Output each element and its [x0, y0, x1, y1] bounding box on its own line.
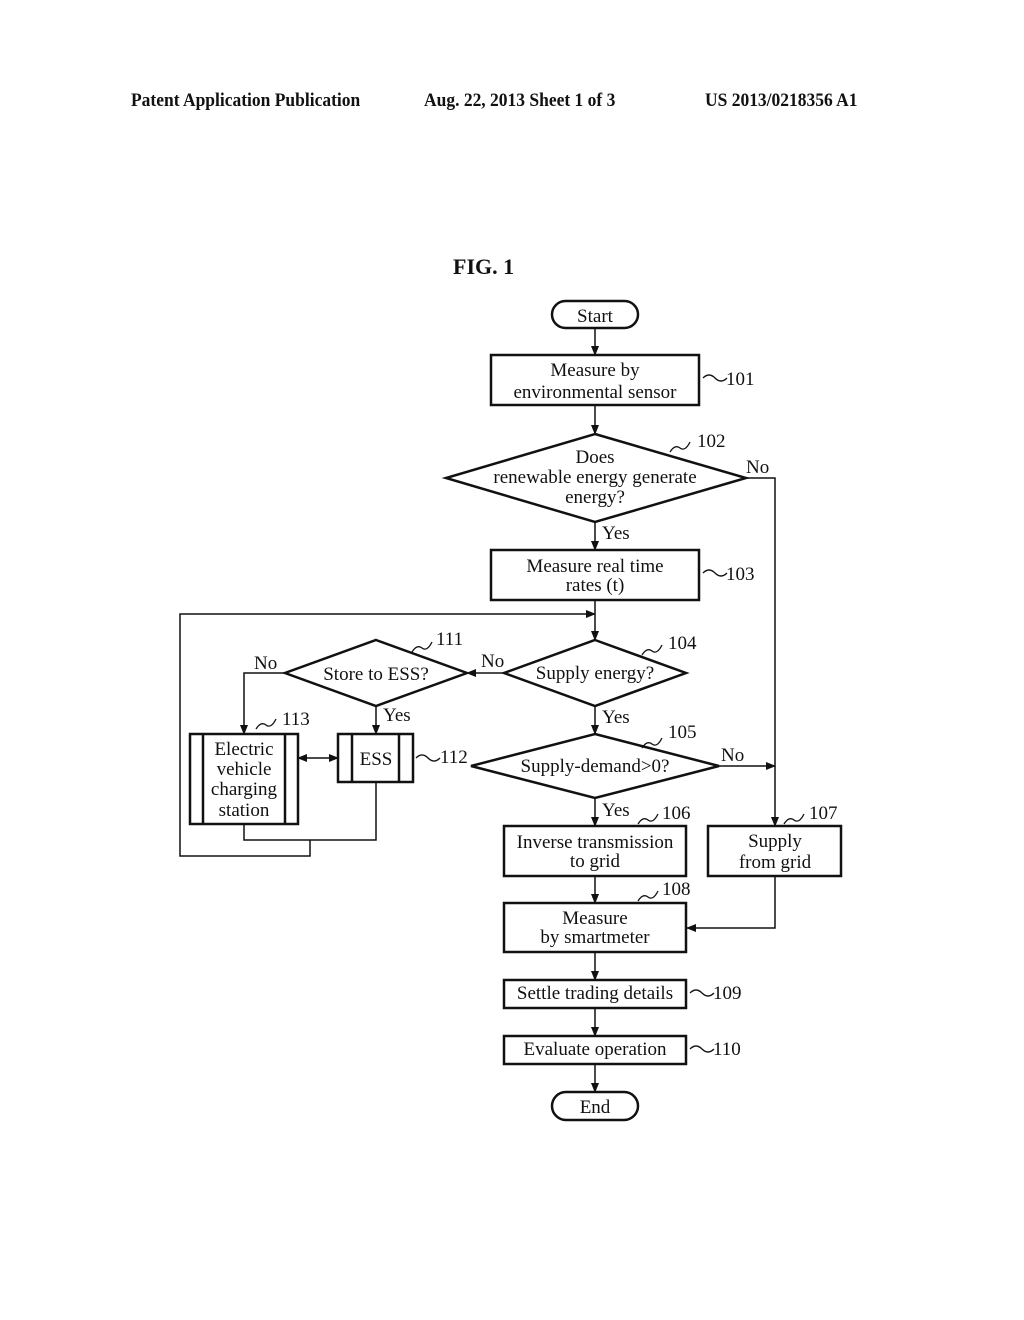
- edge-111-no-113: [240, 672, 285, 735]
- node-105-text: Supply-demand>0?: [521, 756, 670, 777]
- node-112-text: ESS: [360, 749, 393, 770]
- ref-leader-108: [637, 890, 659, 902]
- node-103-line-1: Measure real time: [526, 556, 663, 577]
- connectors: [179, 328, 779, 1093]
- ref-111: 111: [436, 629, 463, 650]
- node-113-line-4: station: [219, 800, 270, 821]
- ref-107: 107: [809, 803, 838, 824]
- node-110-text: Evaluate operation: [524, 1039, 667, 1060]
- node-101: Measure by environmental sensor 101: [489, 353, 755, 407]
- node-113: Electric vehicle charging station 113: [188, 709, 310, 826]
- node-113-line-2: vehicle: [217, 759, 272, 780]
- node-106-line-2: to grid: [570, 851, 621, 872]
- ref-109: 109: [713, 983, 742, 1004]
- ref-leader-104: [641, 644, 663, 656]
- ref-112: 112: [440, 747, 468, 768]
- label-111-yes: Yes: [383, 705, 411, 726]
- node-start-text: Start: [577, 306, 614, 327]
- label-102-no: No: [746, 457, 769, 478]
- edge-102-no-107: [746, 477, 779, 827]
- ref-leader-113: [255, 718, 277, 730]
- ref-leader-112: [415, 754, 441, 762]
- label-105-no: No: [721, 745, 744, 766]
- label-111-no: No: [254, 653, 277, 674]
- node-102-line-1: Does: [575, 447, 614, 468]
- ref-113: 113: [282, 709, 310, 730]
- label-102-yes: Yes: [602, 523, 630, 544]
- node-101-line-1: Measure by: [550, 360, 640, 381]
- node-102: Does renewable energy generate energy? 1…: [441, 431, 769, 544]
- node-108-line-2: by smartmeter: [540, 927, 650, 948]
- node-113-line-3: charging: [211, 779, 278, 800]
- label-104-yes: Yes: [602, 707, 630, 728]
- node-102-line-3: energy?: [565, 487, 625, 508]
- ref-leader-109: [689, 989, 715, 997]
- ref-leader-103: [702, 569, 728, 577]
- node-110: Evaluate operation 110: [502, 1034, 741, 1066]
- ref-leader-101: [702, 374, 728, 382]
- ref-102: 102: [697, 431, 726, 452]
- node-end-text: End: [580, 1097, 611, 1118]
- label-104-no: No: [481, 651, 504, 672]
- ref-leader-107: [783, 813, 805, 825]
- label-105-yes: Yes: [602, 800, 630, 821]
- node-109-text: Settle trading details: [517, 983, 673, 1004]
- node-109: Settle trading details 109: [502, 978, 742, 1010]
- node-108-line-1: Measure: [562, 908, 627, 929]
- flowchart: Start Measure by environmental sensor 10…: [179, 299, 843, 1122]
- node-107-line-2: from grid: [739, 852, 812, 873]
- ref-110: 110: [713, 1039, 741, 1060]
- node-101-line-2: environmental sensor: [513, 382, 677, 403]
- node-104-text: Supply energy?: [536, 663, 654, 684]
- node-107-line-1: Supply: [748, 831, 802, 852]
- ref-105: 105: [668, 722, 697, 743]
- node-start: Start: [550, 299, 640, 330]
- node-113-line-1: Electric: [214, 739, 273, 760]
- node-103: Measure real time rates (t) 103: [489, 548, 755, 602]
- node-end: End: [550, 1090, 640, 1122]
- ref-104: 104: [668, 633, 697, 654]
- node-104: Supply energy? 104 No Yes: [481, 633, 697, 728]
- ref-108: 108: [662, 879, 691, 900]
- ref-103: 103: [726, 564, 755, 585]
- node-111-text: Store to ESS?: [323, 664, 429, 685]
- node-106: Inverse transmission to grid 106: [502, 803, 691, 878]
- ref-leader-106: [637, 813, 659, 825]
- node-105: Supply-demand>0? 105 No Yes: [470, 722, 744, 821]
- node-102-line-2: renewable energy generate: [493, 467, 696, 488]
- edge-107-108: [686, 876, 776, 932]
- ref-leader-110: [689, 1045, 715, 1053]
- node-112: ESS 112: [336, 732, 468, 784]
- node-106-line-1: Inverse transmission: [517, 832, 674, 853]
- node-108: Measure by smartmeter 108: [502, 879, 691, 954]
- node-103-line-2: rates (t): [566, 575, 625, 596]
- ref-leader-102: [669, 441, 691, 453]
- ref-leader-111: [411, 641, 433, 653]
- ref-101: 101: [726, 369, 755, 390]
- ref-106: 106: [662, 803, 691, 824]
